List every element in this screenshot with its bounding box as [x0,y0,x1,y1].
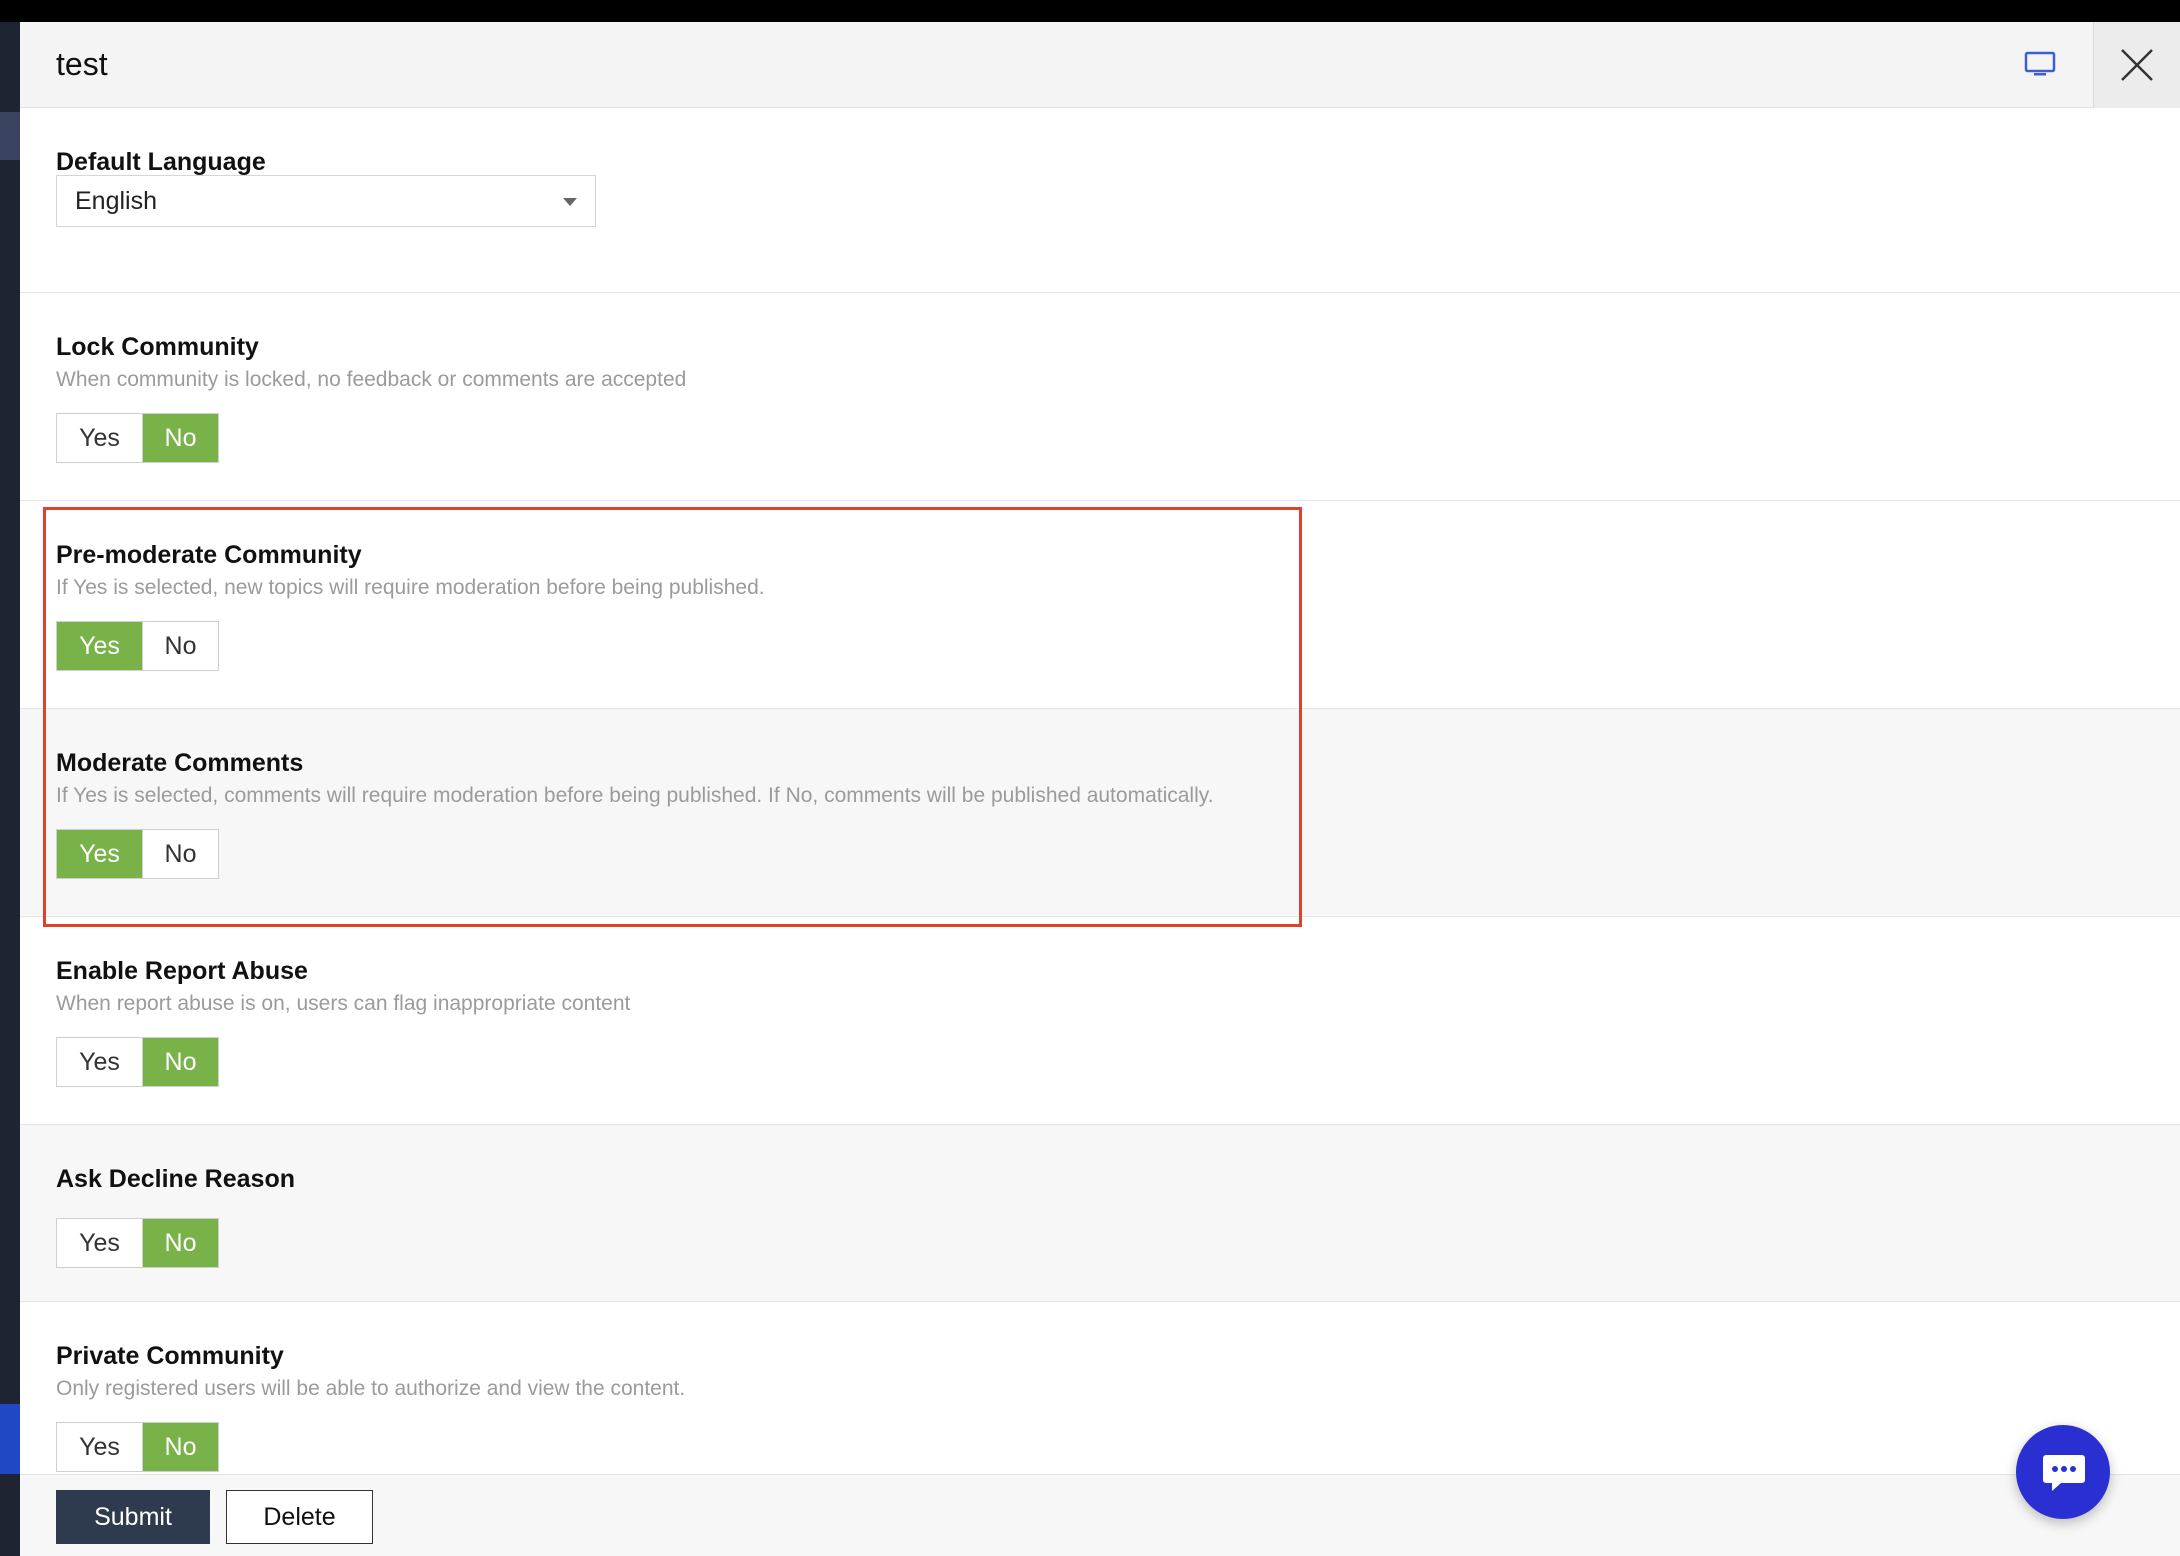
pre-moderate-community-label: Pre-moderate Community [56,541,362,569]
enable-report-abuse-description: When report abuse is on, users can flag … [56,992,631,1015]
pre-moderate-community-description: If Yes is selected, new topics will requ… [56,576,765,599]
lock-community-description: When community is locked, no feedback or… [56,368,687,391]
default-language-label: Default Language [56,148,266,176]
pre-moderate-community-yes[interactable]: Yes [57,622,142,670]
enable-report-abuse-label: Enable Report Abuse [56,957,308,985]
language-select-value: English [75,187,157,215]
private-community-label: Private Community [56,1342,284,1370]
moderate-comments-description: If Yes is selected, comments will requir… [56,784,1214,807]
chat-button[interactable] [2016,1425,2110,1519]
moderate-comments-no[interactable]: No [142,830,218,878]
private-community-description: Only registered users will be able to au… [56,1377,686,1400]
close-icon [2121,49,2153,81]
ask-decline-reason-no[interactable]: No [142,1219,218,1267]
private-community-toggle: Yes No [56,1422,219,1472]
sidebar-strip-highlight [0,112,20,160]
left-sidebar-strip [0,22,20,1556]
lock-community-toggle: Yes No [56,413,219,463]
pre-moderate-community-section: Pre-moderate Community If Yes is selecte… [20,501,2180,709]
enable-report-abuse-toggle: Yes No [56,1037,219,1087]
enable-report-abuse-section: Enable Report Abuse When report abuse is… [20,917,2180,1125]
settings-panel: test Default Language English Lock Commu… [20,22,2180,1556]
moderate-comments-label: Moderate Comments [56,749,304,777]
panel-header: test [20,22,2180,108]
ask-decline-reason-yes[interactable]: Yes [57,1219,142,1267]
ask-decline-reason-toggle: Yes No [56,1218,219,1268]
lock-community-no[interactable]: No [142,414,218,462]
lock-community-section: Lock Community When community is locked,… [20,293,2180,501]
monitor-icon[interactable] [2022,46,2058,82]
private-community-section: Private Community Only registered users … [20,1302,2180,1474]
delete-button[interactable]: Delete [226,1490,373,1544]
ask-decline-reason-label: Ask Decline Reason [56,1165,295,1193]
pre-moderate-community-toggle: Yes No [56,621,219,671]
language-select[interactable]: English [56,175,596,227]
enable-report-abuse-yes[interactable]: Yes [57,1038,142,1086]
lock-community-label: Lock Community [56,333,259,361]
pre-moderate-community-no[interactable]: No [142,622,218,670]
top-black-bar [0,0,2180,22]
private-community-yes[interactable]: Yes [57,1423,142,1471]
close-button[interactable] [2093,22,2180,108]
enable-report-abuse-no[interactable]: No [142,1038,218,1086]
panel-title: test [56,46,108,82]
private-community-no[interactable]: No [142,1423,218,1471]
chat-bubble-icon [2043,1455,2085,1491]
moderate-comments-yes[interactable]: Yes [57,830,142,878]
caret-down-icon [563,198,577,206]
moderate-comments-toggle: Yes No [56,829,219,879]
lock-community-yes[interactable]: Yes [57,414,142,462]
ask-decline-reason-section: Ask Decline Reason Yes No [20,1125,2180,1302]
submit-button[interactable]: Submit [56,1490,210,1544]
moderate-comments-section: Moderate Comments If Yes is selected, co… [20,709,2180,917]
sidebar-strip-active [0,1404,20,1474]
